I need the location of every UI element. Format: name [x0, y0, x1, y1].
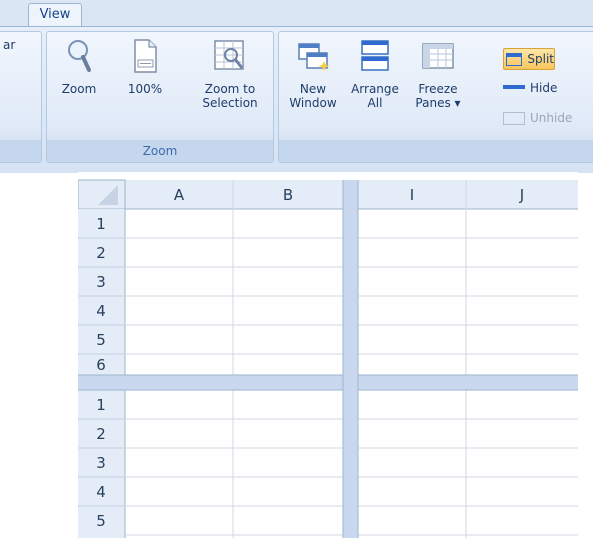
- row-header-5-lower[interactable]: 5: [96, 512, 106, 530]
- unhide-icon: [503, 111, 525, 125]
- ribbon: ar Zoom 100% Zoom to Selection Zoom New …: [0, 26, 593, 173]
- unhide-label: Unhide: [530, 111, 573, 125]
- freeze-panes-icon: [422, 43, 454, 69]
- row-header-2[interactable]: 2: [96, 244, 106, 262]
- freeze-panes-label: Freeze Panes ▾: [415, 82, 461, 110]
- zoom-label: Zoom: [61, 82, 97, 96]
- group-label-cut-off: [0, 140, 41, 162]
- column-header-i[interactable]: I: [410, 186, 414, 204]
- vertical-split-bar[interactable]: [343, 180, 358, 538]
- zoom-to-selection-button[interactable]: Zoom to Selection: [195, 38, 265, 110]
- hide-button[interactable]: Hide: [503, 78, 557, 98]
- new-window-button[interactable]: New Window: [283, 38, 343, 110]
- zoom-100-button[interactable]: 100%: [123, 38, 167, 96]
- zoom-selection-icon: [214, 40, 244, 70]
- worksheet-grid: A B I J 1 2 3 4 5 6 1 2 3 4 5: [78, 172, 578, 538]
- split-label: Split: [527, 52, 554, 66]
- row-header-1-lower[interactable]: 1: [96, 396, 106, 414]
- row-header-2-lower[interactable]: 2: [96, 425, 106, 443]
- zoom-button[interactable]: Zoom: [57, 38, 101, 96]
- page-100-icon: [134, 39, 157, 73]
- row-header-1[interactable]: 1: [96, 215, 106, 233]
- tab-view[interactable]: View: [28, 3, 82, 28]
- worksheet-split-view: A B I J 1 2 3 4 5 6 1 2 3 4 5: [78, 172, 578, 538]
- split-icon: [506, 52, 523, 66]
- row-header-5[interactable]: 5: [96, 331, 106, 349]
- cut-off-label: ar: [3, 38, 16, 52]
- column-header-a[interactable]: A: [174, 186, 185, 204]
- split-button[interactable]: Split: [503, 48, 555, 70]
- zoom-group-label: Zoom: [47, 140, 273, 162]
- freeze-panes-button[interactable]: Freeze Panes ▾: [409, 38, 467, 110]
- arrange-all-button[interactable]: Arrange All: [345, 38, 405, 110]
- column-header-j[interactable]: J: [519, 186, 524, 204]
- unhide-button[interactable]: Unhide: [503, 108, 572, 128]
- row-header-3[interactable]: 3: [96, 273, 106, 291]
- new-window-icon: [298, 43, 330, 71]
- new-window-label: New Window: [289, 82, 337, 110]
- row-header-4-lower[interactable]: 4: [96, 483, 106, 501]
- zoom-to-selection-label: Zoom to Selection: [202, 82, 258, 110]
- ribbon-group-window: New Window Arrange All Freeze Panes ▾ Sp…: [278, 31, 593, 163]
- window-group-label: [279, 140, 593, 162]
- ribbon-group-zoom: Zoom 100% Zoom to Selection Zoom: [46, 31, 274, 163]
- ribbon-group-cut-off: ar: [0, 31, 42, 163]
- column-header-b[interactable]: B: [283, 186, 293, 204]
- hide-icon: [503, 85, 525, 91]
- arrange-all-icon: [361, 40, 389, 71]
- row-header-4[interactable]: 4: [96, 302, 106, 320]
- zoom-100-label: 100%: [127, 82, 163, 96]
- row-header-3-lower[interactable]: 3: [96, 454, 106, 472]
- horizontal-split-bar[interactable]: [78, 375, 578, 390]
- row-header-6[interactable]: 6: [96, 356, 106, 374]
- arrange-all-label: Arrange All: [351, 82, 399, 110]
- hide-label: Hide: [530, 81, 558, 95]
- ribbon-tab-bar: View: [0, 0, 593, 28]
- magnifier-icon: [68, 40, 91, 72]
